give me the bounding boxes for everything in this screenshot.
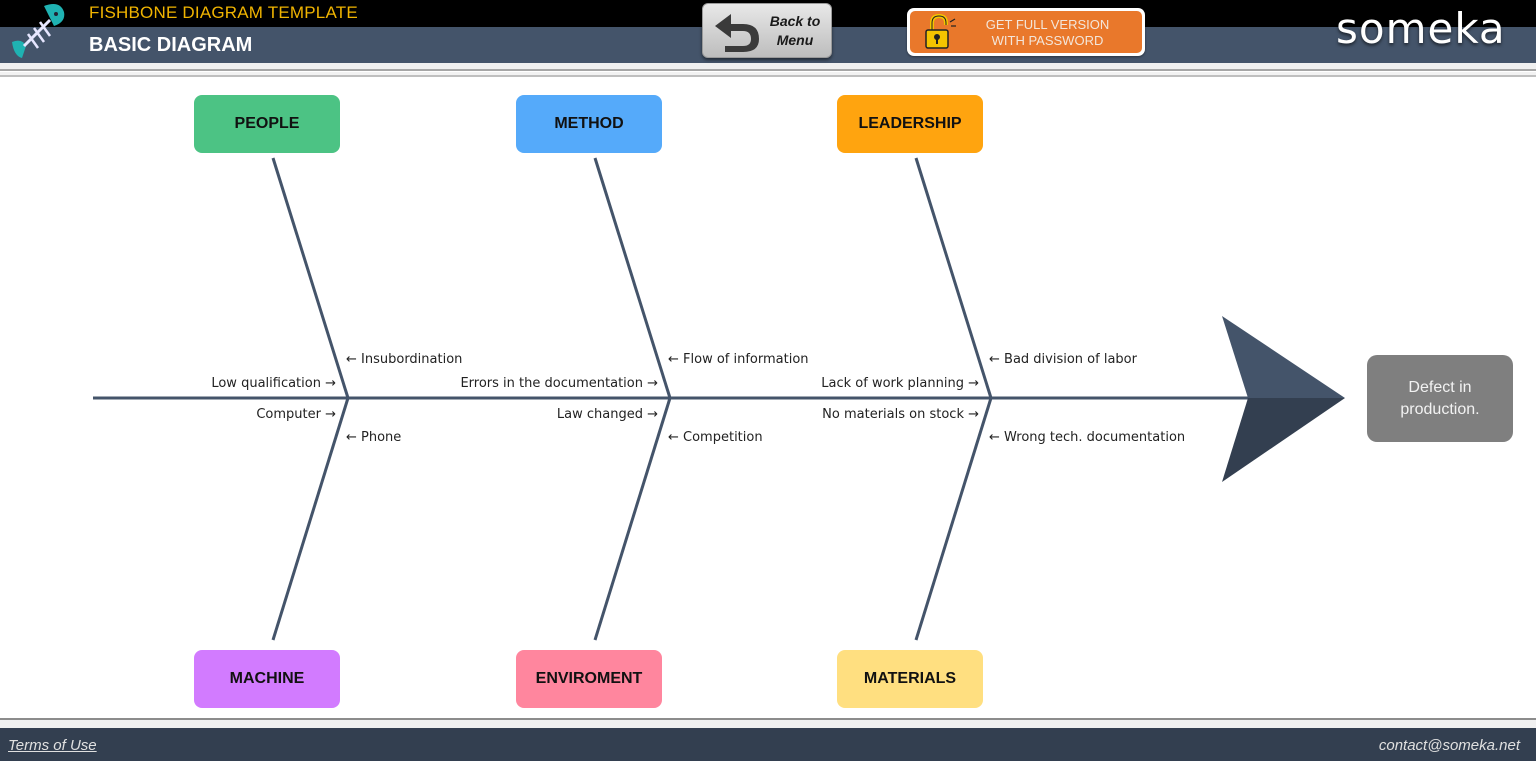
app-title: FISHBONE DIAGRAM TEMPLATE bbox=[89, 3, 358, 22]
cause-materials-right: ← Wrong tech. documentation bbox=[989, 430, 1186, 445]
bone-materials bbox=[914, 397, 993, 641]
bone-leadership bbox=[914, 157, 993, 399]
bone-enviroment bbox=[593, 397, 672, 641]
arrow-head-top bbox=[1222, 316, 1345, 398]
header-divider bbox=[0, 63, 1536, 71]
cause-people-right: ← Insubordination bbox=[346, 352, 463, 367]
get-full-version-button[interactable]: GET FULL VERSION WITH PASSWORD bbox=[907, 8, 1145, 56]
footer-bar: Terms of Use contact@someka.net bbox=[0, 728, 1536, 761]
arrow-head-bottom bbox=[1222, 398, 1345, 482]
category-method: METHOD bbox=[516, 95, 662, 153]
cause-machine-right: ← Phone bbox=[346, 430, 402, 445]
back-button-label-2: Menu bbox=[776, 32, 814, 48]
cause-leadership-right: ← Bad division of labor bbox=[989, 352, 1137, 367]
cause-machine-left: Computer → bbox=[256, 407, 336, 422]
cause-enviroment-right: ← Competition bbox=[668, 430, 763, 445]
back-arrow-icon bbox=[715, 14, 759, 52]
full-version-label-2: WITH PASSWORD bbox=[991, 33, 1104, 48]
cause-materials-left: No materials on stock → bbox=[822, 407, 979, 422]
fishbone-icon bbox=[12, 4, 65, 58]
category-enviroment: ENVIROMENT bbox=[516, 650, 662, 708]
page-title: BASIC DIAGRAM bbox=[89, 34, 253, 56]
footer-divider bbox=[0, 718, 1536, 728]
app-window: FISHBONE DIAGRAM TEMPLATE BASIC DIAGRAM … bbox=[0, 0, 1536, 761]
cause-leadership-left: Lack of work planning → bbox=[821, 376, 979, 391]
category-leadership: LEADERSHIP bbox=[837, 95, 983, 153]
cause-people-left: Low qualification → bbox=[211, 376, 336, 391]
cause-method-left: Errors in the documentation → bbox=[460, 376, 658, 391]
back-to-menu-button[interactable]: Back to Menu bbox=[702, 3, 832, 58]
unlocked-padlock-icon bbox=[925, 14, 956, 49]
category-machine: MACHINE bbox=[194, 650, 340, 708]
bone-method bbox=[593, 157, 672, 399]
cause-enviroment-left: Law changed → bbox=[556, 407, 658, 422]
category-people: PEOPLE bbox=[194, 95, 340, 153]
cause-method-right: ← Flow of information bbox=[668, 352, 809, 367]
contact-email: contact@someka.net bbox=[1378, 737, 1520, 754]
full-version-label-1: GET FULL VERSION bbox=[985, 17, 1110, 32]
header-divider-2 bbox=[0, 72, 1536, 77]
someka-logo: someka bbox=[1336, 4, 1506, 53]
terms-of-use-link[interactable]: Terms of Use bbox=[8, 737, 97, 754]
bone-machine bbox=[271, 397, 350, 641]
bone-people bbox=[271, 157, 350, 399]
back-button-label-1: Back to bbox=[769, 13, 821, 29]
fishbone-bones bbox=[93, 157, 1345, 641]
fishbone-diagram: PEOPLE Low qualification → ← Insubordinati… bbox=[0, 78, 1536, 718]
category-materials: MATERIALS bbox=[837, 650, 983, 708]
effect-box: Defect in production. bbox=[1367, 355, 1513, 442]
